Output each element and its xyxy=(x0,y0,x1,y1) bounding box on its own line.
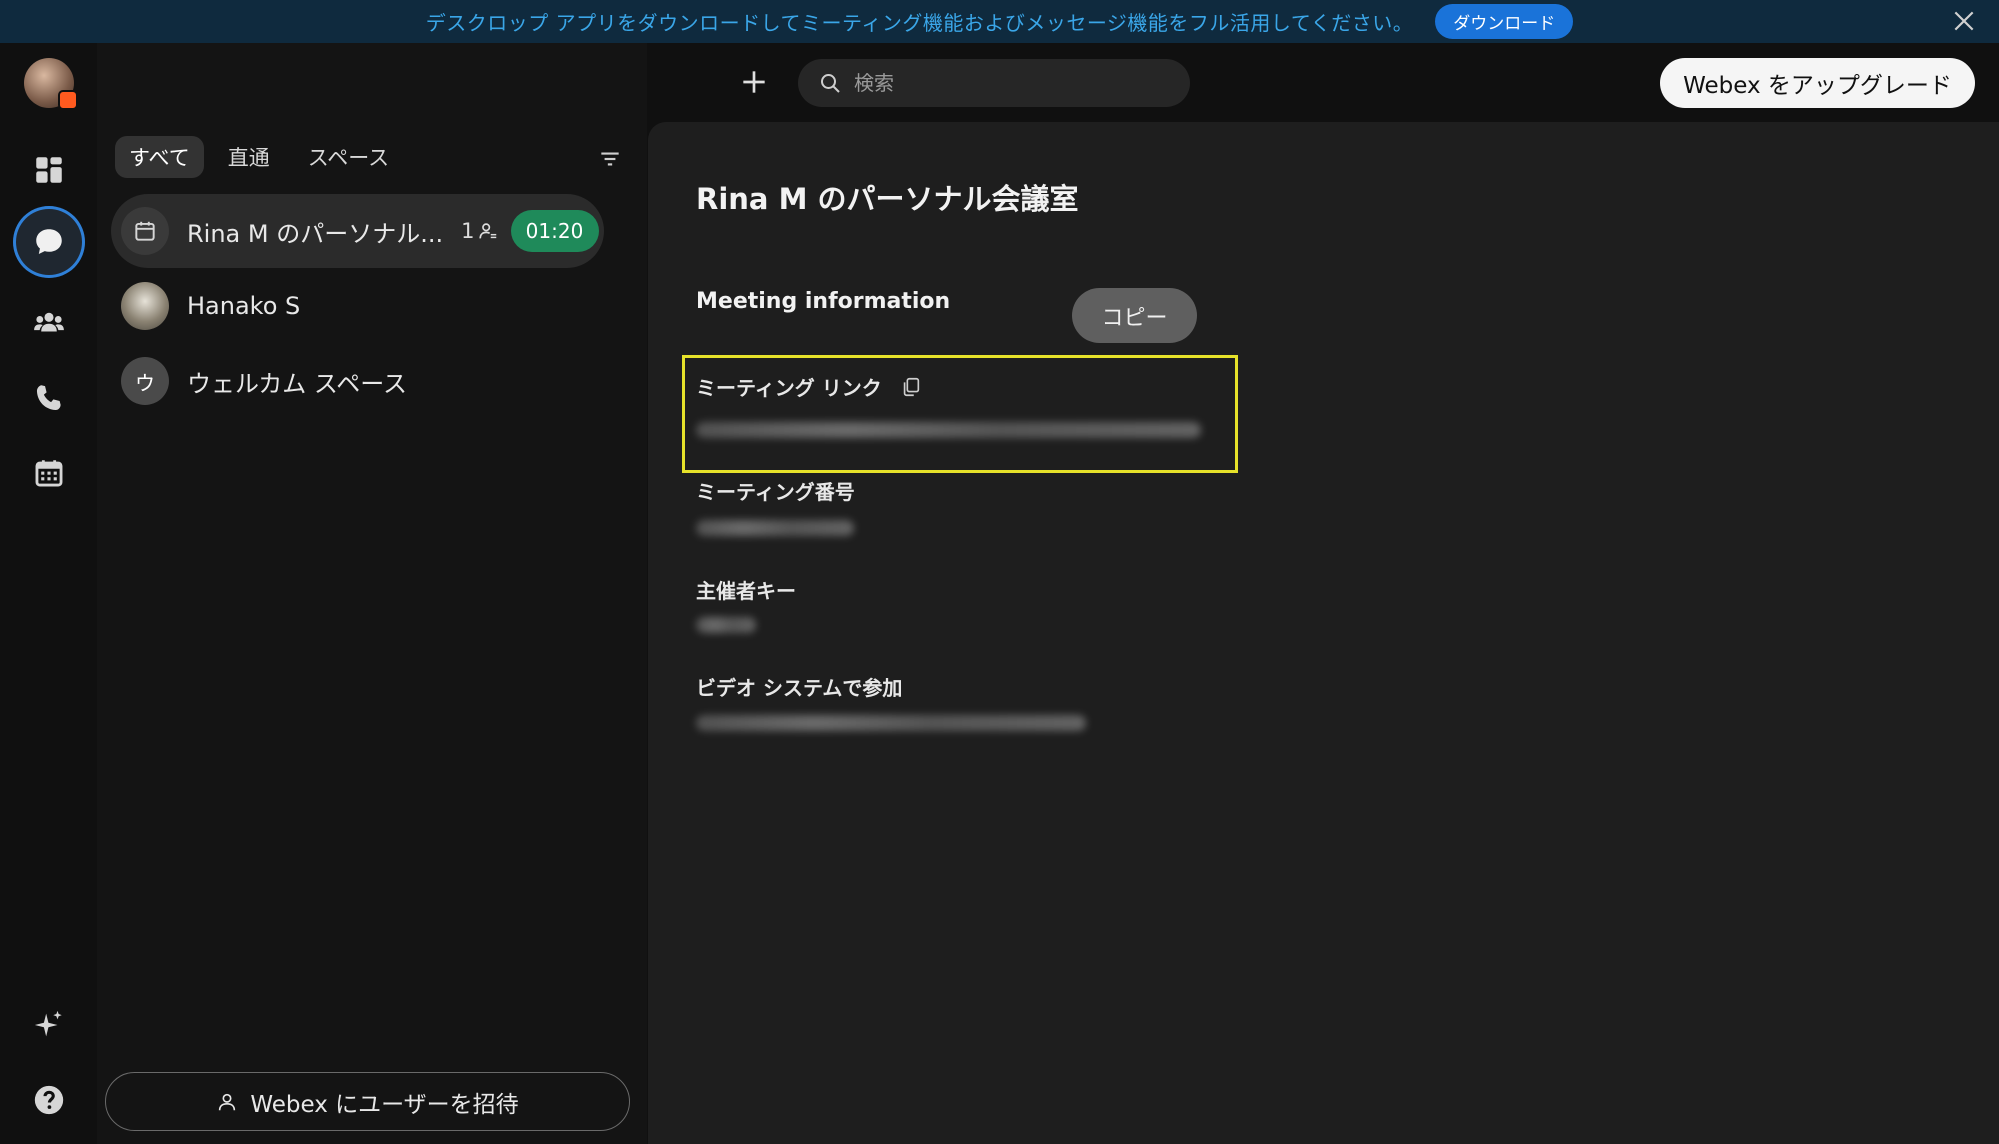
nav-rail xyxy=(0,43,97,1144)
filter-direct-tab[interactable]: 直通 xyxy=(214,136,284,178)
invite-label: Webex にユーザーを招待 xyxy=(250,1091,519,1118)
list-item-name: Hanako S xyxy=(187,292,301,320)
video-system-label: ビデオ システムで参加 xyxy=(696,676,903,700)
rail-ai-button[interactable] xyxy=(13,989,85,1061)
copy-icon[interactable] xyxy=(900,376,922,398)
meeting-link-label: ミーティング リンク xyxy=(696,372,922,401)
list-item[interactable]: Hanako S xyxy=(111,269,604,343)
rail-help-button[interactable] xyxy=(13,1064,85,1136)
participant-icon xyxy=(478,223,496,239)
space-avatar: ウ xyxy=(121,357,169,405)
filter-spaces-tab[interactable]: スペース xyxy=(294,136,403,178)
download-button[interactable]: ダウンロード xyxy=(1435,4,1574,39)
banner-text: デスクロップ アプリをダウンロードしてミーティング機能およびメッセージ機能をフル… xyxy=(425,11,1414,35)
dashboard-icon xyxy=(36,157,62,183)
status-badge xyxy=(58,90,78,110)
invite-users-button[interactable]: Webex にユーザーを招待 xyxy=(105,1072,630,1131)
person-icon xyxy=(219,1093,236,1110)
participant-count-value: 1 xyxy=(461,219,475,243)
copy-button[interactable]: コピー xyxy=(1072,288,1197,343)
list-item[interactable]: Rina M のパーソナル... 1 01:20 xyxy=(111,194,604,268)
calendar-icon xyxy=(135,221,155,241)
conversation-list-panel: すべて 直通 スペース Rina M のパーソナル... 1 01:20 Han… xyxy=(97,43,647,1144)
section-title: Meeting information xyxy=(696,289,951,314)
filter-tabs: すべて 直通 スペース xyxy=(115,136,403,178)
rail-teams-button[interactable] xyxy=(13,287,85,359)
download-banner: デスクロップ アプリをダウンロードしてミーティング機能およびメッセージ機能をフル… xyxy=(0,0,1999,43)
user-avatar[interactable] xyxy=(24,58,78,110)
chat-bubble-icon xyxy=(36,229,62,255)
filter-all-tab[interactable]: すべて xyxy=(115,136,204,178)
search-input[interactable] xyxy=(854,71,1154,95)
meeting-number-value xyxy=(696,520,854,536)
search-icon xyxy=(821,74,840,93)
upgrade-button[interactable]: Webex をアップグレード xyxy=(1660,58,1975,108)
meeting-number-label: ミーティング番号 xyxy=(696,480,855,504)
list-item-name: Rina M のパーソナル... xyxy=(187,219,444,248)
participant-count: 1 xyxy=(461,219,498,243)
people-icon xyxy=(34,312,64,332)
list-item-name: ウェルカム スペース xyxy=(187,369,408,398)
meeting-timer-badge[interactable]: 01:20 xyxy=(510,210,599,252)
meeting-link-value xyxy=(696,422,1201,438)
page-title: Rina M のパーソナル会議室 xyxy=(696,182,1079,216)
filter-icon[interactable] xyxy=(597,146,623,172)
calendar-icon xyxy=(35,460,63,487)
host-key-label: 主催者キー xyxy=(696,579,796,603)
meeting-link-label-text: ミーティング リンク xyxy=(696,376,882,400)
host-key-value xyxy=(696,617,756,633)
rail-calendar-button[interactable] xyxy=(13,437,85,509)
meeting-detail-panel: Rina M のパーソナル会議室 Meeting information コピー… xyxy=(648,122,1999,1144)
close-icon[interactable] xyxy=(1951,8,1977,34)
video-system-value xyxy=(696,715,1086,731)
contact-avatar xyxy=(121,282,169,330)
rail-calling-button[interactable] xyxy=(13,362,85,434)
list-item[interactable]: ウ ウェルカム スペース xyxy=(111,344,604,418)
sparkle-icon xyxy=(34,1010,62,1037)
help-icon xyxy=(34,1085,64,1115)
plus-icon[interactable] xyxy=(738,66,770,98)
meeting-room-avatar xyxy=(121,207,169,255)
search-bar[interactable] xyxy=(798,59,1190,107)
rail-messaging-button[interactable] xyxy=(13,206,85,278)
rail-dashboard-button[interactable] xyxy=(13,134,85,206)
phone-icon xyxy=(36,385,61,411)
